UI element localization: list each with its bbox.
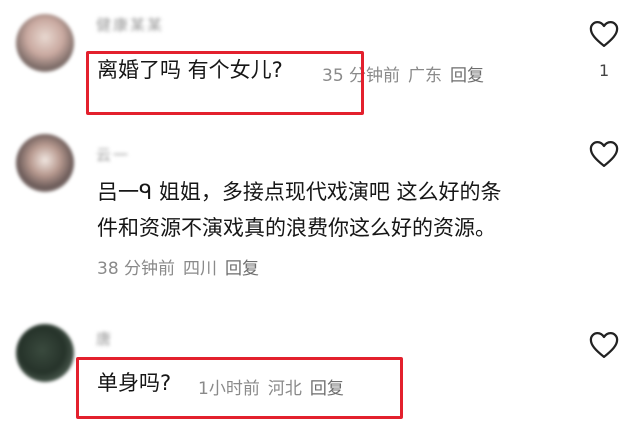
like-count: 1: [599, 61, 610, 80]
heart-icon[interactable]: [589, 20, 619, 48]
comment-text-line: 吕一ᑫ 姐姐，多接点现代戏演吧 这么好的条: [97, 180, 502, 204]
avatar[interactable]: [16, 134, 74, 192]
comment-meta: 38 分钟前 四川 回复: [97, 254, 259, 279]
comment-item: 云一 吕一ᑫ 姐姐，多接点现代戏演吧 这么好的条 件和资源不演戏真的浪费你这么好…: [0, 120, 640, 300]
highlight-box: [76, 357, 403, 419]
reply-button[interactable]: 回复: [225, 259, 259, 279]
comment-text-line: 件和资源不演戏真的浪费你这么好的资源。: [97, 216, 496, 240]
comment-item: 健康某某 离婚了吗 有个女儿? 35 分钟前 广东 回复 1: [0, 0, 640, 120]
heart-icon[interactable]: [589, 140, 619, 168]
highlight-box: [86, 51, 364, 115]
reply-button[interactable]: 回复: [450, 66, 484, 86]
comment-item: 唐 单身吗? 1小时前 河北 回复: [0, 300, 640, 428]
username[interactable]: 云一: [96, 144, 130, 165]
username[interactable]: 健康某某: [96, 14, 164, 35]
avatar[interactable]: [16, 324, 74, 382]
comment-location: 四川: [183, 259, 218, 279]
avatar[interactable]: [16, 14, 74, 72]
comment-time: 38 分钟前: [97, 259, 176, 279]
comment-location: 广东: [408, 66, 443, 86]
username[interactable]: 唐: [96, 328, 113, 349]
heart-icon[interactable]: [589, 331, 619, 359]
